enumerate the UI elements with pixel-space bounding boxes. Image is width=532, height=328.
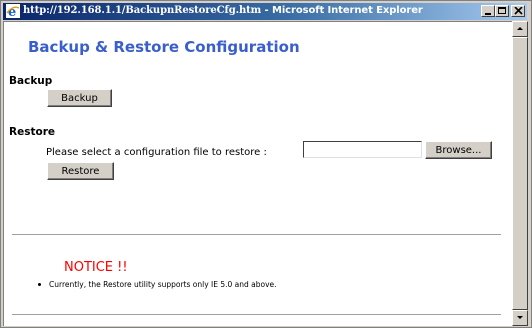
divider-top	[12, 234, 501, 236]
window-title: http://192.168.1.1/BackupnRestoreCfg.htm…	[23, 5, 423, 16]
backup-section-label: Backup	[9, 75, 53, 87]
close-icon	[514, 7, 523, 15]
arrow-up-icon	[517, 27, 523, 30]
restore-section-label: Restore	[9, 126, 55, 138]
close-button[interactable]	[511, 5, 525, 17]
internet-explorer-icon: e	[6, 4, 20, 18]
notice-title: NOTICE !!	[64, 260, 128, 275]
restore-prompt: Please select a configuration file to re…	[46, 147, 267, 158]
scroll-down-button[interactable]	[512, 310, 528, 326]
backup-button[interactable]: Backup	[47, 89, 112, 107]
notice-item: Currently, the Restore utility supports …	[38, 280, 277, 289]
window-title-separator: -	[261, 5, 272, 16]
restore-file-input[interactable]	[303, 141, 422, 158]
window-title-app: Microsoft Internet Explorer	[272, 5, 423, 16]
arrow-down-icon	[517, 316, 523, 319]
window-controls	[481, 5, 525, 18]
maximize-button[interactable]	[495, 5, 509, 17]
browser-window: e http://192.168.1.1/BackupnRestoreCfg.h…	[0, 0, 532, 328]
scroll-up-button[interactable]	[512, 21, 528, 37]
page-title: Backup & Restore Configuration	[28, 38, 300, 56]
minimize-button[interactable]	[481, 5, 495, 17]
browse-button[interactable]: Browse...	[425, 141, 492, 159]
notice-item-text: Currently, the Restore utility supports …	[49, 280, 277, 289]
window-title-url: http://192.168.1.1/BackupnRestoreCfg.htm	[23, 5, 262, 16]
bullet-icon	[38, 282, 41, 286]
page-content: Backup & Restore Configuration Backup Ba…	[3, 21, 513, 326]
window-titlebar[interactable]: e http://192.168.1.1/BackupnRestoreCfg.h…	[3, 3, 527, 20]
restore-button[interactable]: Restore	[47, 162, 114, 180]
scroll-thumb[interactable]	[512, 37, 528, 310]
vertical-scrollbar[interactable]	[512, 21, 528, 326]
maximize-icon	[498, 7, 506, 14]
minimize-icon	[485, 13, 491, 15]
divider-bottom	[12, 314, 501, 316]
